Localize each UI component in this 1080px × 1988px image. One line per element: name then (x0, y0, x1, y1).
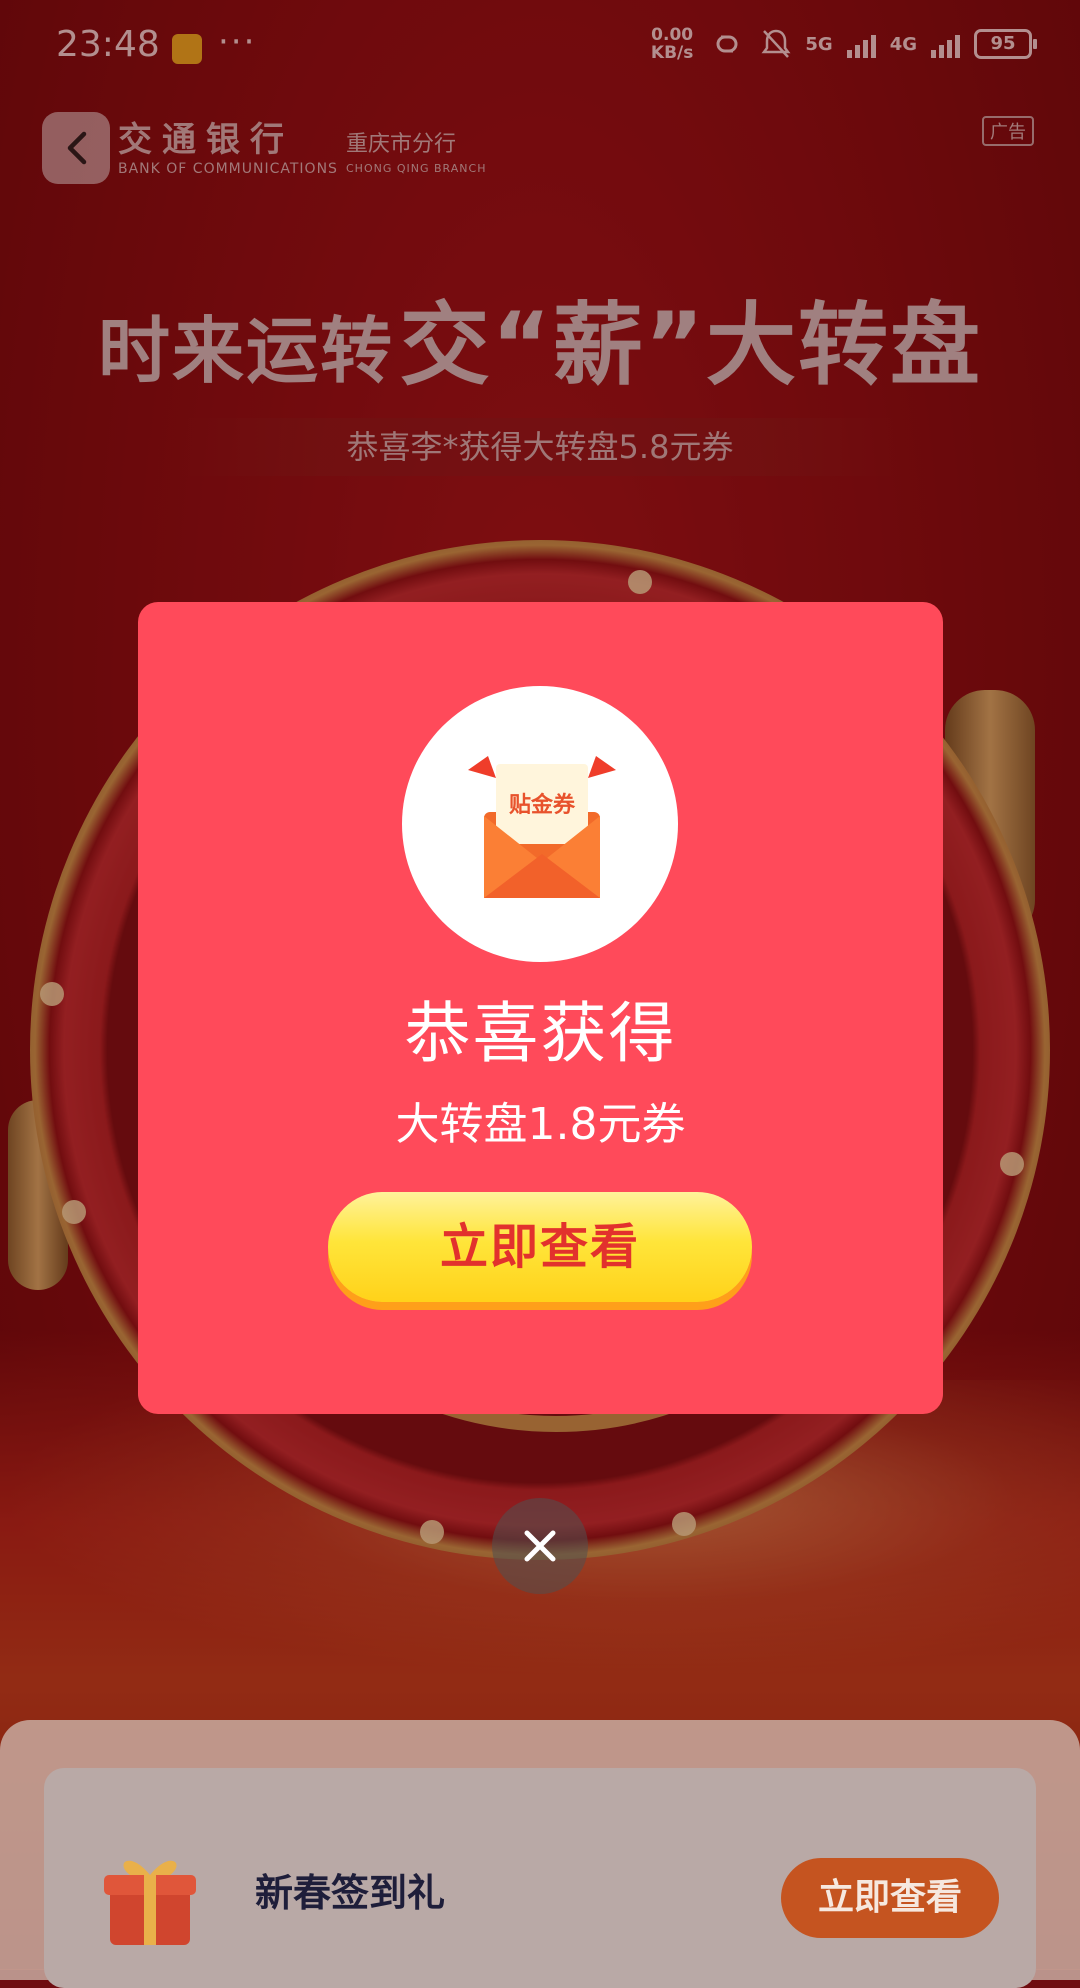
prize-name: 大转盘1.8元券 (395, 1099, 686, 1150)
close-icon (524, 1530, 556, 1562)
close-button[interactable] (492, 1498, 588, 1594)
checkin-title: 新春签到礼 (255, 1871, 446, 1915)
checkin-view-button[interactable]: 立即查看 (781, 1858, 999, 1938)
envelope-icon: 贴金券 (468, 756, 616, 898)
prize-modal: 贴金券 恭喜获得 大转盘1.8元券 立即查看 (138, 602, 943, 1414)
view-now-button[interactable]: 立即查看 (328, 1192, 752, 1302)
coupon-label: 贴金券 (509, 792, 576, 818)
gift-icon (104, 1860, 196, 1945)
modal-title: 恭喜获得 (404, 995, 677, 1072)
